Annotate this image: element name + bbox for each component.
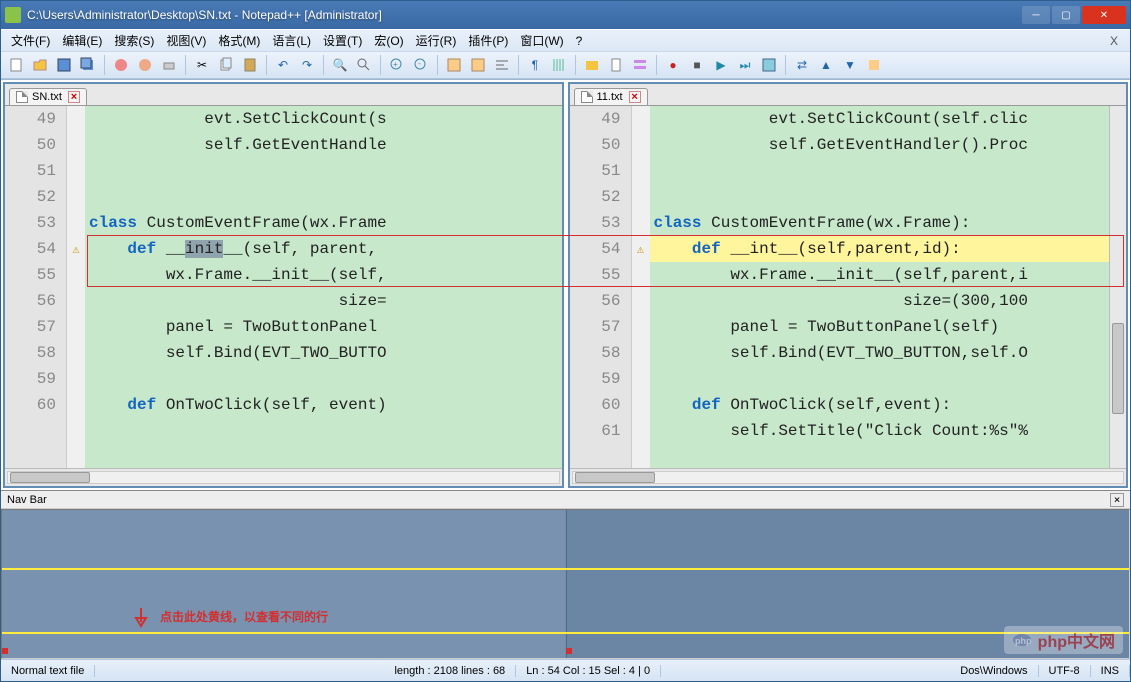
wrap-icon[interactable] — [491, 54, 513, 76]
doc-map-icon[interactable] — [605, 54, 627, 76]
open-file-icon[interactable] — [29, 54, 51, 76]
menu-close-doc[interactable]: X — [1102, 34, 1126, 48]
show-all-chars-icon[interactable]: ¶ — [524, 54, 546, 76]
nav-up-icon[interactable]: ▲ — [815, 54, 837, 76]
menu-view[interactable]: 视图(V) — [160, 30, 212, 51]
tab-label: SN.txt — [32, 91, 62, 103]
right-marker-column: ⚠ — [632, 106, 650, 468]
nav-bar-title: Nav Bar × — [1, 491, 1130, 509]
close-tab-icon[interactable]: × — [629, 91, 641, 103]
sync-h-icon[interactable] — [467, 54, 489, 76]
status-position: Ln : 54 Col : 15 Sel : 4 | 0 — [516, 665, 661, 677]
left-hscroll[interactable] — [5, 468, 562, 486]
status-eol[interactable]: Dos\Windows — [950, 665, 1038, 677]
sync-v-icon[interactable] — [443, 54, 465, 76]
menu-run[interactable]: 运行(R) — [410, 30, 463, 51]
right-code-lines[interactable]: evt.SetClickCount(self.clic self.GetEven… — [650, 106, 1127, 468]
right-hscroll[interactable] — [570, 468, 1127, 486]
func-list-icon[interactable] — [629, 54, 651, 76]
menu-bar: 文件(F) 编辑(E) 搜索(S) 视图(V) 格式(M) 语言(L) 设置(T… — [1, 29, 1130, 51]
folder-doc-icon[interactable] — [581, 54, 603, 76]
minimize-button[interactable]: ─ — [1022, 6, 1050, 24]
right-pane: 11.txt × 49505152535455565758596061 ⚠ ev… — [568, 82, 1129, 488]
save-all-icon[interactable] — [77, 54, 99, 76]
document-icon — [16, 91, 28, 103]
redo-icon[interactable]: ↷ — [296, 54, 318, 76]
menu-language[interactable]: 语言(L) — [266, 30, 317, 51]
watermark: php php中文网 — [1004, 626, 1123, 654]
menu-macro[interactable]: 宏(O) — [368, 30, 409, 51]
app-icon — [5, 7, 21, 23]
status-ins[interactable]: INS — [1091, 665, 1130, 677]
window-title: C:\Users\Administrator\Desktop\SN.txt - … — [27, 8, 1022, 22]
zoom-in-icon[interactable]: + — [386, 54, 408, 76]
save-icon[interactable] — [53, 54, 75, 76]
right-vscroll[interactable] — [1109, 106, 1126, 468]
left-tabbar: SN.txt × — [5, 84, 562, 106]
svg-text:+: + — [393, 60, 398, 69]
close-tab-icon[interactable]: × — [68, 91, 80, 103]
menu-settings[interactable]: 设置(T) — [317, 30, 368, 51]
left-marker-column: ⚠ — [67, 106, 85, 468]
title-bar: C:\Users\Administrator\Desktop\SN.txt - … — [1, 1, 1130, 29]
copy-icon[interactable] — [215, 54, 237, 76]
right-code-area[interactable]: 49505152535455565758596061 ⚠ evt.SetClic… — [570, 106, 1127, 468]
play-multi-icon[interactable]: ⏭ — [734, 54, 756, 76]
print-icon[interactable] — [158, 54, 180, 76]
cut-icon[interactable]: ✂ — [191, 54, 213, 76]
close-all-icon[interactable] — [134, 54, 156, 76]
compare-icon[interactable]: ⇄ — [791, 54, 813, 76]
editor-area: SN.txt × 495051525354555657585960 ⚠ evt.… — [1, 79, 1130, 490]
nav-hint: 点击此处黄线，以查看不同的行 — [132, 606, 328, 630]
close-button[interactable]: ✕ — [1082, 6, 1126, 24]
menu-plugins[interactable]: 插件(P) — [462, 30, 514, 51]
tab-11[interactable]: 11.txt × — [574, 88, 648, 105]
svg-text:-: - — [418, 59, 421, 68]
replace-icon[interactable] — [353, 54, 375, 76]
menu-window[interactable]: 窗口(W) — [514, 30, 569, 51]
menu-format[interactable]: 格式(M) — [212, 30, 266, 51]
nav-bar-body[interactable]: 点击此处黄线，以查看不同的行 — [1, 509, 1130, 659]
paste-icon[interactable] — [239, 54, 261, 76]
toolbar: ✂ ↶ ↷ 🔍 + - ¶ ● ■ ▶ ⏭ ⇄ ▲ ▼ — [1, 51, 1130, 79]
svg-text:php: php — [1015, 636, 1032, 646]
right-gutter: 49505152535455565758596061 — [570, 106, 632, 468]
record-macro-icon[interactable]: ● — [662, 54, 684, 76]
menu-search[interactable]: 搜索(S) — [108, 30, 160, 51]
indent-guide-icon[interactable] — [548, 54, 570, 76]
document-icon — [581, 91, 593, 103]
status-length: length : 2108 lines : 68 — [384, 665, 516, 677]
first-diff-icon[interactable] — [863, 54, 885, 76]
left-pane: SN.txt × 495051525354555657585960 ⚠ evt.… — [3, 82, 564, 488]
stop-macro-icon[interactable]: ■ — [686, 54, 708, 76]
close-navbar-icon[interactable]: × — [1110, 493, 1124, 507]
new-file-icon[interactable] — [5, 54, 27, 76]
tab-label: 11.txt — [597, 91, 623, 103]
left-gutter: 495051525354555657585960 — [5, 106, 67, 468]
menu-edit[interactable]: 编辑(E) — [56, 30, 108, 51]
zoom-out-icon[interactable]: - — [410, 54, 432, 76]
find-icon[interactable]: 🔍 — [329, 54, 351, 76]
save-macro-icon[interactable] — [758, 54, 780, 76]
left-code-lines[interactable]: evt.SetClickCount(s self.GetEventHandle … — [85, 106, 562, 468]
status-encoding[interactable]: UTF-8 — [1039, 665, 1091, 677]
menu-file[interactable]: 文件(F) — [5, 30, 56, 51]
maximize-button[interactable]: ▢ — [1052, 6, 1080, 24]
close-file-icon[interactable] — [110, 54, 132, 76]
nav-bar-panel: Nav Bar × 点击此处黄线，以查看不同的行 — [1, 490, 1130, 659]
play-macro-icon[interactable]: ▶ — [710, 54, 732, 76]
undo-icon[interactable]: ↶ — [272, 54, 294, 76]
left-code-area[interactable]: 495051525354555657585960 ⚠ evt.SetClickC… — [5, 106, 562, 468]
status-bar: Normal text file length : 2108 lines : 6… — [1, 659, 1130, 681]
status-filetype: Normal text file — [1, 665, 95, 677]
tab-sn[interactable]: SN.txt × — [9, 88, 87, 105]
right-tabbar: 11.txt × — [570, 84, 1127, 106]
menu-help[interactable]: ? — [570, 32, 589, 50]
nav-down-icon[interactable]: ▼ — [839, 54, 861, 76]
